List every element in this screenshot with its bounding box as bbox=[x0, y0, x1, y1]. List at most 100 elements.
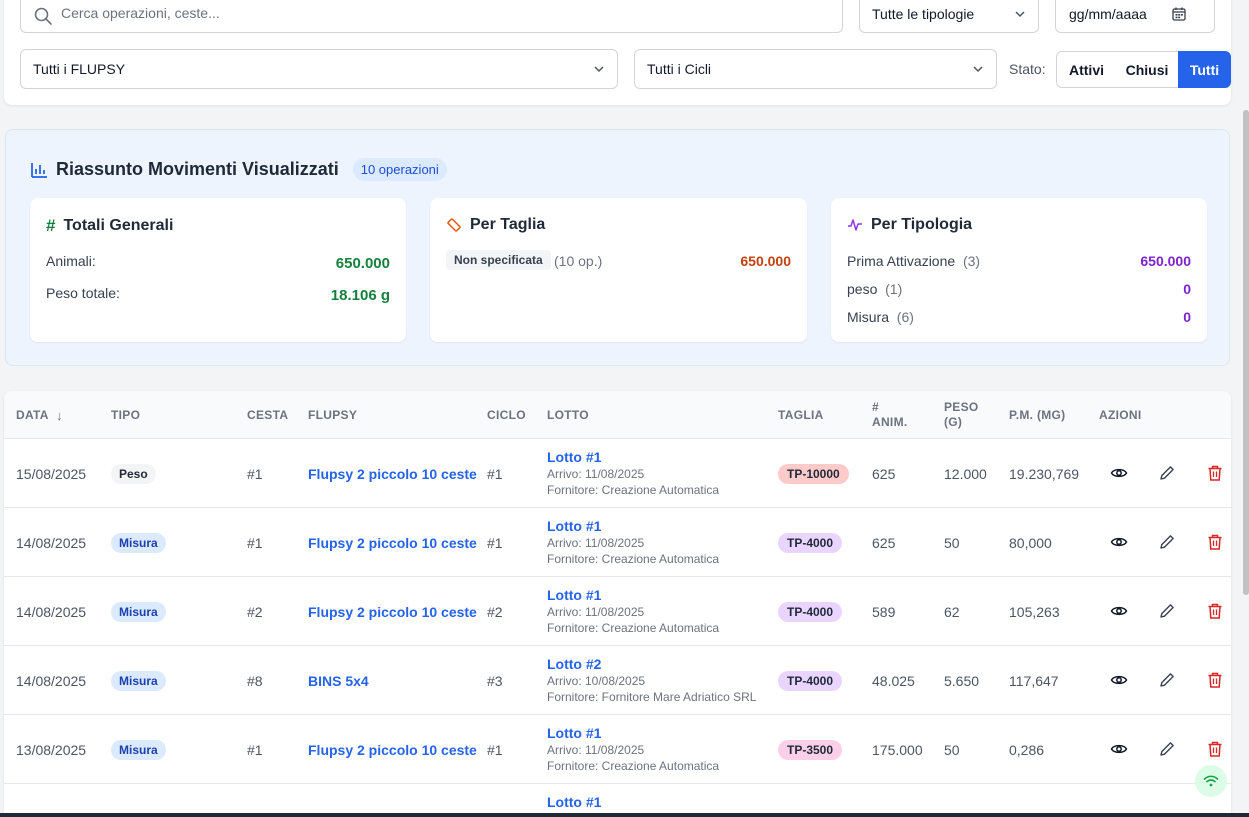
lotto-fornitore: Fornitore: Creazione Automatica bbox=[547, 621, 720, 635]
pencil-icon[interactable] bbox=[1158, 671, 1176, 689]
header-lotto: LOTTO bbox=[547, 407, 589, 422]
stato-chiusi-button[interactable]: Chiusi bbox=[1116, 51, 1179, 88]
cell-cesta: #1 bbox=[247, 741, 263, 758]
tipologia-row-count: (1) bbox=[885, 281, 903, 297]
taglia-header: Per Taglia bbox=[446, 216, 545, 234]
cell-ciclo: #1 bbox=[487, 534, 503, 551]
page-scrollbar[interactable] bbox=[1243, 110, 1249, 595]
trash-icon[interactable] bbox=[1206, 533, 1224, 551]
cell-taglia: TP-4000 bbox=[778, 646, 843, 715]
tipologia-select[interactable]: Tutte le tipologie bbox=[859, 0, 1039, 33]
taglia-badge: TP-4000 bbox=[778, 670, 843, 691]
taglia-count: (10 op.) bbox=[554, 253, 603, 269]
table-row[interactable]: 14/08/2025 Misura #2 Flupsy 2 piccolo 10… bbox=[4, 577, 1231, 646]
eye-icon[interactable] bbox=[1110, 464, 1128, 482]
tipo-badge: Misura bbox=[111, 739, 166, 760]
flupsy-link[interactable]: BINS 5x4 bbox=[308, 673, 369, 689]
header-taglia: TAGLIA bbox=[778, 407, 824, 422]
table-row[interactable]: 14/08/2025 Misura #8 BINS 5x4 #3 Lotto #… bbox=[4, 646, 1231, 715]
window-bottom-edge bbox=[0, 813, 1249, 817]
table-row[interactable]: 13/08/2025 Misura #1 Flupsy 2 piccolo 10… bbox=[4, 715, 1231, 784]
pencil-icon[interactable] bbox=[1158, 602, 1176, 620]
tipologia-select-value: Tutte le tipologie bbox=[872, 5, 975, 22]
cell-cesta: #1 bbox=[247, 465, 263, 482]
cell-data: 14/08/2025 bbox=[16, 603, 87, 620]
search-icon bbox=[34, 7, 52, 25]
cell-ciclo: #1 bbox=[487, 465, 503, 482]
taglia-size-badge: Non specificata bbox=[446, 250, 551, 270]
table-row[interactable]: 15/08/2025 Peso #1 Flupsy 2 piccolo 10 c… bbox=[4, 439, 1231, 508]
tipologia-header: Per Tipologia bbox=[847, 216, 972, 234]
taglia-value: 650.000 bbox=[740, 253, 791, 269]
cell-pm: 80,000 bbox=[1009, 534, 1052, 551]
flupsy-link[interactable]: Flupsy 2 piccolo 10 ceste bbox=[308, 742, 477, 758]
calendar-icon[interactable] bbox=[1172, 7, 1186, 21]
cell-animali: 48.025 bbox=[872, 672, 915, 689]
cell-flupsy: Flupsy 2 piccolo 10 ceste bbox=[308, 508, 477, 577]
cell-data: 14/08/2025 bbox=[16, 534, 87, 551]
animali-label: Animali: bbox=[46, 253, 96, 269]
lotto-fornitore: Fornitore: Fornitore Mare Adriatico SRL bbox=[547, 690, 757, 704]
lotto-link[interactable]: Lotto #1 bbox=[547, 587, 719, 603]
peso-totale-value: 18.106 g bbox=[330, 287, 390, 304]
flupsy-link[interactable]: Flupsy 2 piccolo 10 ceste bbox=[308, 604, 477, 620]
taglia-badge: TP-4000 bbox=[778, 532, 843, 553]
table-row[interactable]: 14/08/2025 Misura #1 Flupsy 2 piccolo 10… bbox=[4, 508, 1231, 577]
lotto-arrivo: Arrivo: 10/08/2025 bbox=[547, 674, 646, 688]
search-input[interactable] bbox=[61, 0, 831, 30]
lotto-link[interactable]: Lotto #1 bbox=[547, 449, 719, 465]
eye-icon[interactable] bbox=[1110, 740, 1128, 758]
lotto-link[interactable]: Lotto #1 bbox=[547, 518, 719, 534]
tipologia-row-value: 0 bbox=[1183, 309, 1191, 325]
cell-lotto: Lotto #1 Arrivo: 11/08/2025 Fornitore: C… bbox=[547, 518, 719, 566]
cicli-select[interactable]: Tutti i Cicli bbox=[634, 49, 997, 89]
cell-cesta: #2 bbox=[247, 603, 263, 620]
table-header: DATA ↓ TIPO CESTA FLUPSY CICLO LOTTO TAG… bbox=[4, 391, 1231, 439]
stato-attivi-button[interactable]: Attivi bbox=[1056, 51, 1117, 88]
activity-icon bbox=[848, 219, 862, 231]
cell-lotto: Lotto #1 Arrivo: 11/08/2025 Fornitore: C… bbox=[547, 587, 719, 635]
trash-icon[interactable] bbox=[1206, 740, 1224, 758]
trash-icon[interactable] bbox=[1206, 602, 1224, 620]
header-data-label: DATA bbox=[16, 407, 49, 422]
eye-icon[interactable] bbox=[1110, 602, 1128, 620]
operations-table: DATA ↓ TIPO CESTA FLUPSY CICLO LOTTO TAG… bbox=[4, 391, 1231, 817]
lotto-link[interactable]: Lotto #2 bbox=[547, 656, 756, 672]
tipologia-row: Misura (6) bbox=[847, 309, 914, 325]
summary-title: Riassunto Movimenti Visualizzati bbox=[56, 159, 339, 179]
lotto-fornitore: Fornitore: Creazione Automatica bbox=[547, 483, 720, 497]
header-peso-line1: PESO bbox=[944, 400, 979, 414]
eye-icon[interactable] bbox=[1110, 533, 1128, 551]
pencil-icon[interactable] bbox=[1158, 740, 1176, 758]
header-animali-line1: # bbox=[872, 400, 879, 414]
stato-tutti-button[interactable]: Tutti bbox=[1178, 51, 1231, 88]
cell-flupsy: BINS 5x4 bbox=[308, 646, 369, 715]
date-input[interactable]: gg/mm/aaaa bbox=[1055, 0, 1215, 33]
cell-tipo: Peso bbox=[111, 439, 156, 508]
header-cesta: CESTA bbox=[247, 407, 289, 422]
cicli-select-value: Tutti i Cicli bbox=[647, 61, 712, 77]
lotto-link[interactable]: Lotto #1 bbox=[547, 725, 719, 741]
hash-icon: # bbox=[46, 216, 56, 235]
sort-arrow-down-icon[interactable]: ↓ bbox=[56, 408, 63, 423]
flupsy-select[interactable]: Tutti i FLUPSY bbox=[20, 49, 618, 89]
tipologia-row-count: (6) bbox=[896, 309, 914, 325]
lotto-link[interactable]: Lotto #1 bbox=[547, 794, 601, 810]
flupsy-link[interactable]: Flupsy 2 piccolo 10 ceste bbox=[308, 466, 477, 482]
trash-icon[interactable] bbox=[1206, 464, 1224, 482]
cell-tipo: Misura bbox=[111, 508, 166, 577]
trash-icon[interactable] bbox=[1206, 671, 1224, 689]
header-flupsy: FLUPSY bbox=[308, 407, 358, 422]
pencil-icon[interactable] bbox=[1158, 464, 1176, 482]
cell-lotto: Lotto #2 Arrivo: 10/08/2025 Fornitore: F… bbox=[547, 656, 756, 704]
tipologia-row-label: Misura bbox=[847, 309, 890, 325]
ruler-icon bbox=[447, 218, 461, 232]
connection-status-indicator[interactable] bbox=[1195, 765, 1227, 797]
eye-icon[interactable] bbox=[1110, 671, 1128, 689]
flupsy-link[interactable]: Flupsy 2 piccolo 10 ceste bbox=[308, 535, 477, 551]
pencil-icon[interactable] bbox=[1158, 533, 1176, 551]
header-data[interactable]: DATA ↓ bbox=[16, 391, 63, 439]
cell-cesta: #8 bbox=[247, 672, 263, 689]
search-box[interactable] bbox=[20, 0, 843, 33]
tipologia-title: Per Tipologia bbox=[871, 216, 973, 233]
